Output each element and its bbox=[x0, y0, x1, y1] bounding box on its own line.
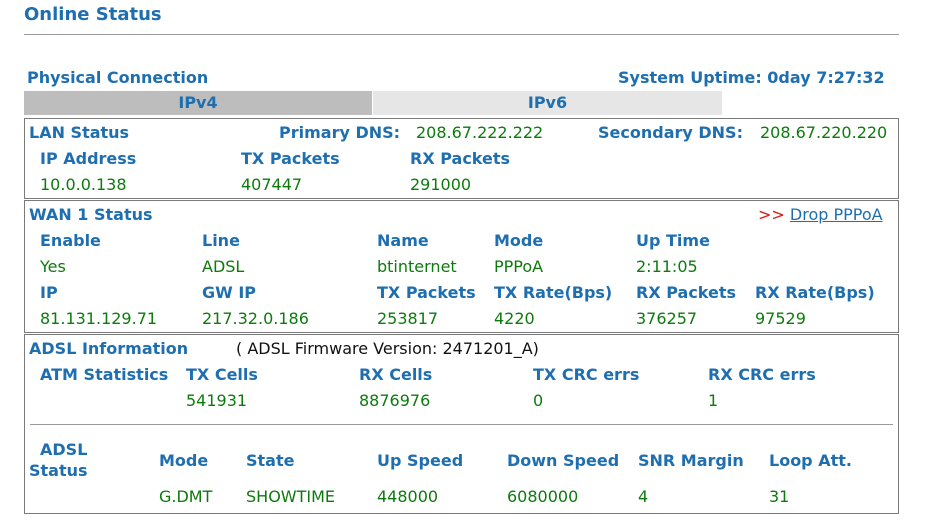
page-title: Online Status bbox=[24, 4, 162, 25]
section-title: Physical Connection bbox=[27, 68, 209, 87]
wan-header-txrate: TX Rate(Bps) bbox=[494, 283, 613, 302]
uptime-value: 0day 7:27:32 bbox=[767, 68, 885, 87]
uptime-label: System Uptime: bbox=[618, 68, 762, 87]
adsl-loopatt-value: 31 bbox=[769, 487, 790, 506]
adsl-status-label-line2: Status bbox=[29, 461, 88, 480]
atm-header-rxcrc: RX CRC errs bbox=[708, 365, 816, 384]
wan-header-uptime: Up Time bbox=[636, 231, 710, 250]
tab-ipv4[interactable]: IPv4 bbox=[24, 91, 372, 115]
adsl-header-snr: SNR Margin bbox=[638, 451, 744, 470]
wan-header-ip: IP bbox=[40, 283, 58, 302]
adsl-info-title: ADSL Information bbox=[29, 339, 189, 358]
wan-mode-value: PPPoA bbox=[494, 257, 544, 276]
wan-name-value: btinternet bbox=[377, 257, 457, 276]
secondary-dns-value: 208.67.220.220 bbox=[760, 123, 888, 142]
atm-rxcells-value: 8876976 bbox=[359, 391, 431, 410]
adsl-upspeed-value: 448000 bbox=[377, 487, 439, 506]
wan-rxrate-value: 97529 bbox=[755, 309, 806, 328]
wan-header-name: Name bbox=[377, 231, 429, 250]
wan-status-title: WAN 1 Status bbox=[29, 205, 153, 224]
lan-header-ip: IP Address bbox=[40, 149, 137, 168]
drop-arrows: >> bbox=[758, 205, 785, 224]
atm-header-rxcells: RX Cells bbox=[359, 365, 433, 384]
title-divider bbox=[24, 34, 899, 35]
wan-header-rxpackets: RX Packets bbox=[636, 283, 737, 302]
lan-header-rx: RX Packets bbox=[410, 149, 511, 168]
drop-pppoa-action: >> Drop PPPoA bbox=[758, 205, 883, 224]
wan-header-enable: Enable bbox=[40, 231, 101, 250]
wan-header-rxrate: RX Rate(Bps) bbox=[755, 283, 875, 302]
wan-enable-value: Yes bbox=[40, 257, 66, 276]
wan-txrate-value: 4220 bbox=[494, 309, 535, 328]
adsl-status-label-line1: ADSL bbox=[40, 440, 88, 459]
atm-header-txcrc: TX CRC errs bbox=[533, 365, 640, 384]
primary-dns-label: Primary DNS: bbox=[279, 123, 401, 142]
tab-ipv6[interactable]: IPv6 bbox=[373, 91, 722, 115]
wan-header-gwip: GW IP bbox=[202, 283, 257, 302]
adsl-snr-value: 4 bbox=[638, 487, 649, 506]
wan-header-line: Line bbox=[202, 231, 240, 250]
lan-header-tx: TX Packets bbox=[241, 149, 340, 168]
wan-header-txpackets: TX Packets bbox=[377, 283, 476, 302]
wan-ip-value: 81.131.129.71 bbox=[40, 309, 158, 328]
lan-ip-value: 10.0.0.138 bbox=[40, 175, 127, 194]
atm-txcells-value: 541931 bbox=[186, 391, 248, 410]
wan-uptime-value: 2:11:05 bbox=[636, 257, 698, 276]
wan-txpackets-value: 253817 bbox=[377, 309, 439, 328]
lan-status-title: LAN Status bbox=[29, 123, 130, 142]
lan-tx-value: 407447 bbox=[241, 175, 303, 194]
adsl-downspeed-value: 6080000 bbox=[507, 487, 579, 506]
wan-gwip-value: 217.32.0.186 bbox=[202, 309, 309, 328]
wan-line-value: ADSL bbox=[202, 257, 245, 276]
atm-statistics-label: ATM Statistics bbox=[40, 365, 169, 384]
system-uptime: System Uptime: 0day 7:27:32 bbox=[618, 68, 885, 87]
atm-txcrc-value: 0 bbox=[533, 391, 544, 410]
wan-header-mode: Mode bbox=[494, 231, 544, 250]
atm-header-txcells: TX Cells bbox=[186, 365, 258, 384]
adsl-firmware-version: ( ADSL Firmware Version: 2471201_A) bbox=[236, 339, 539, 358]
lan-rx-value: 291000 bbox=[410, 175, 472, 194]
adsl-header-loopatt: Loop Att. bbox=[769, 451, 852, 470]
atm-rxcrc-value: 1 bbox=[708, 391, 719, 410]
adsl-mode-value: G.DMT bbox=[159, 487, 213, 506]
adsl-header-state: State bbox=[246, 451, 295, 470]
adsl-header-upspeed: Up Speed bbox=[377, 451, 464, 470]
secondary-dns-label: Secondary DNS: bbox=[598, 123, 743, 142]
drop-pppoa-link[interactable]: Drop PPPoA bbox=[790, 205, 883, 224]
adsl-header-mode: Mode bbox=[159, 451, 209, 470]
adsl-divider bbox=[30, 424, 893, 425]
wan-rxpackets-value: 376257 bbox=[636, 309, 698, 328]
adsl-state-value: SHOWTIME bbox=[246, 487, 336, 506]
adsl-header-downspeed: Down Speed bbox=[507, 451, 620, 470]
primary-dns-value: 208.67.222.222 bbox=[416, 123, 544, 142]
